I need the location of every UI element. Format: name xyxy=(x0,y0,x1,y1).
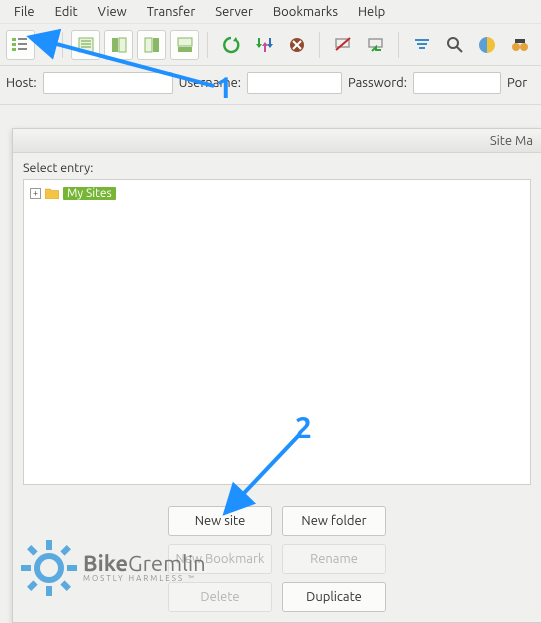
new-bookmark-button: New Bookmark xyxy=(168,544,272,574)
server-list-icon xyxy=(10,35,30,55)
toolbar-separator xyxy=(319,32,320,58)
cancel-button[interactable] xyxy=(282,30,311,60)
menu-transfer[interactable]: Transfer xyxy=(137,2,206,22)
toggle-log-button[interactable] xyxy=(71,30,100,60)
reconnect-button[interactable] xyxy=(361,30,390,60)
disconnect-button[interactable] xyxy=(328,30,357,60)
new-folder-button[interactable]: New folder xyxy=(282,506,386,536)
refresh-button[interactable] xyxy=(216,30,245,60)
rename-button: Rename xyxy=(282,544,386,574)
menu-help[interactable]: Help xyxy=(348,2,395,22)
toolbar-separator xyxy=(207,32,208,58)
cancel-icon xyxy=(288,36,306,54)
tree-root-label: My Sites xyxy=(63,187,116,200)
disconnect-icon xyxy=(333,35,353,55)
compare-button[interactable] xyxy=(473,30,502,60)
page-lines-icon xyxy=(77,36,95,54)
site-manager-dropdown[interactable] xyxy=(41,38,54,52)
toggle-local-tree-button[interactable] xyxy=(104,30,133,60)
split-bottom-icon xyxy=(176,36,194,54)
reconnect-icon xyxy=(366,35,386,55)
refresh-icon xyxy=(221,35,241,55)
expand-toggle[interactable]: + xyxy=(30,188,41,199)
sync-browse-button[interactable] xyxy=(506,30,535,60)
entry-tree[interactable]: + My Sites xyxy=(23,179,531,485)
compare-icon xyxy=(477,35,497,55)
queue-arrows-icon xyxy=(254,35,274,55)
toolbar-separator xyxy=(398,32,399,58)
delete-button: Delete xyxy=(168,582,272,612)
toggle-queue-button[interactable] xyxy=(170,30,199,60)
annotation-number-1: 1 xyxy=(216,70,233,104)
quickconnect-bar: Host: Username: Password: Por xyxy=(0,66,541,105)
site-manager-dialog: Site Ma Select entry: + My Sites New sit… xyxy=(12,128,541,623)
port-label: Por xyxy=(507,76,527,90)
search-button[interactable] xyxy=(440,30,469,60)
menubar: File Edit View Transfer Server Bookmarks… xyxy=(0,0,541,24)
host-label: Host: xyxy=(6,76,37,90)
new-site-button[interactable]: New site xyxy=(168,506,272,536)
site-manager-button[interactable] xyxy=(6,30,35,60)
menu-view[interactable]: View xyxy=(88,2,137,22)
process-queue-button[interactable] xyxy=(249,30,278,60)
filter-button[interactable] xyxy=(407,30,436,60)
menu-edit[interactable]: Edit xyxy=(45,2,88,22)
password-label: Password: xyxy=(348,76,407,90)
password-input[interactable] xyxy=(413,72,501,94)
split-left-icon xyxy=(110,36,128,54)
toggle-remote-tree-button[interactable] xyxy=(137,30,166,60)
annotation-number-2: 2 xyxy=(295,410,312,444)
toolbar-separator xyxy=(62,32,63,58)
chevron-down-icon xyxy=(43,40,53,50)
menu-file[interactable]: File xyxy=(4,2,45,22)
split-right-icon xyxy=(143,36,161,54)
username-input[interactable] xyxy=(247,72,342,94)
host-input[interactable] xyxy=(43,72,173,94)
menu-bookmarks[interactable]: Bookmarks xyxy=(263,2,348,22)
menu-server[interactable]: Server xyxy=(205,2,263,22)
dialog-titlebar: Site Ma xyxy=(13,129,541,153)
tree-root-row[interactable]: + My Sites xyxy=(30,184,524,202)
dialog-button-area: New site New folder New Bookmark Rename … xyxy=(13,498,541,622)
filter-icon xyxy=(412,35,432,55)
search-icon xyxy=(445,35,465,55)
select-entry-label: Select entry: xyxy=(23,161,531,175)
dialog-title: Site Ma xyxy=(490,134,533,148)
toolbar xyxy=(0,24,541,66)
folder-icon xyxy=(45,188,59,199)
binoculars-icon xyxy=(510,35,530,55)
duplicate-button[interactable]: Duplicate xyxy=(282,582,386,612)
